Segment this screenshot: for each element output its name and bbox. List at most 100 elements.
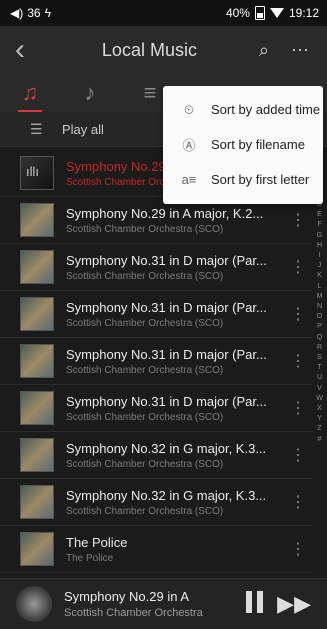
now-playing-artist: Scottish Chamber Orchestra	[64, 607, 203, 619]
now-playing-title: Symphony No.29 in A	[64, 589, 190, 604]
search-icon[interactable]: ⌕	[259, 40, 269, 61]
song-title: Symphony No.31 in D major (Par...	[66, 346, 267, 362]
index-letter[interactable]: S	[317, 353, 322, 363]
album-cover	[20, 156, 54, 190]
chevron-left-icon[interactable]: ‹	[0, 26, 40, 74]
song-artist: Scottish Chamber Orchestra (SCO)	[66, 505, 224, 517]
index-letter[interactable]: L	[318, 282, 322, 292]
album-cover	[20, 250, 54, 284]
album-cover	[20, 532, 54, 566]
letter-sort-icon: a≡	[181, 172, 197, 187]
tab-songs[interactable]: ♫	[0, 74, 60, 112]
sort-label: Sort by added time	[211, 102, 321, 117]
index-letter[interactable]: I	[319, 251, 321, 261]
app-header: ‹ Local Music ⌕ ⋯	[0, 26, 327, 74]
song-title: Symphony No.32 in G major, K.3...	[66, 487, 267, 503]
list-item[interactable]: Symphony No.31 in D major (Par... Scotti…	[0, 244, 312, 291]
more-icon[interactable]: ⋯	[291, 40, 309, 61]
song-list: Symphony No.29 in A major, K.201 Scottis…	[0, 150, 312, 573]
clock: 19:12	[288, 6, 319, 20]
song-artist: Scottish Chamber Orchestra (SCO)	[66, 223, 224, 235]
song-artist: Scottish Chamber Orchestra (SCO)	[66, 411, 224, 423]
index-letter[interactable]: O	[317, 312, 322, 322]
list-item[interactable]: Symphony No.32 in G major, K.3... Scotti…	[0, 479, 312, 526]
more-vertical-icon[interactable]: ⋮	[284, 539, 312, 559]
album-cover	[20, 485, 54, 519]
now-playing-bar[interactable]: Symphony No.29 in A Scottish Chamber Orc…	[0, 578, 327, 629]
flash-icon: ϟ	[44, 6, 51, 20]
more-vertical-icon[interactable]: ⋮	[284, 210, 312, 230]
page-title: Local Music	[101, 39, 197, 60]
list-item[interactable]: Symphony No.29 in A major, K.2... Scotti…	[0, 197, 312, 244]
album-cover	[20, 391, 54, 425]
alphabet-index[interactable]: D E F G H I J K L M N O P Q R S T U V W …	[312, 200, 327, 445]
index-letter[interactable]: V	[317, 384, 322, 394]
index-letter[interactable]: W	[316, 394, 323, 404]
index-letter[interactable]: J	[318, 261, 322, 271]
song-artist: Scottish Chamber Orchestra (SCO)	[66, 317, 224, 329]
speaker-icon: ◀︎)	[10, 6, 24, 20]
battery-percent: 40%	[225, 6, 250, 20]
index-letter[interactable]: Z	[317, 424, 321, 434]
song-artist: Scottish Chamber Orchestra (SCO)	[66, 270, 224, 282]
wifi-icon	[269, 8, 284, 18]
index-letter[interactable]: K	[317, 271, 322, 281]
index-letter[interactable]: H	[317, 241, 322, 251]
more-vertical-icon[interactable]: ⋮	[284, 304, 312, 324]
song-artist: Scottish Chamber Orchestra (SCO)	[66, 364, 224, 376]
list-item[interactable]: Symphony No.31 in D major (Par... Scotti…	[0, 385, 312, 432]
song-title: Symphony No.31 in D major (Par...	[66, 252, 267, 268]
more-vertical-icon[interactable]: ⋮	[284, 351, 312, 371]
index-letter[interactable]: R	[317, 343, 322, 353]
index-letter[interactable]: T	[317, 363, 321, 373]
sort-by-added-time[interactable]: ⏲ Sort by added time	[163, 92, 323, 127]
list-item[interactable]: Symphony No.31 in D major (Par... Scotti…	[0, 338, 312, 385]
index-letter[interactable]: F	[317, 220, 321, 230]
pause-icon[interactable]	[246, 591, 264, 617]
list-item[interactable]: Symphony No.32 in G major, K.3... Scotti…	[0, 432, 312, 479]
sort-label: Sort by first letter	[211, 172, 310, 187]
album-cover	[20, 344, 54, 378]
sort-by-filename[interactable]: Ⓐ Sort by filename	[163, 127, 323, 162]
album-cover	[20, 297, 54, 331]
file-icon: Ⓐ	[182, 138, 196, 153]
signal-value: 36	[27, 6, 41, 20]
album-cover	[20, 438, 54, 472]
more-vertical-icon[interactable]: ⋮	[284, 257, 312, 277]
more-vertical-icon[interactable]: ⋮	[284, 492, 312, 512]
music-note-icon: ♫	[21, 80, 39, 105]
song-artist: The Police	[66, 552, 114, 564]
song-title: Symphony No.31 in D major (Par...	[66, 299, 267, 315]
tab-artists[interactable]: ♪	[60, 74, 120, 112]
more-vertical-icon[interactable]: ⋮	[284, 398, 312, 418]
index-letter[interactable]: X	[317, 404, 322, 414]
list-item[interactable]: The Police The Police ⋮	[0, 526, 312, 573]
index-letter[interactable]: G	[317, 231, 322, 241]
index-letter[interactable]: M	[317, 292, 323, 302]
song-artist: Scottish Chamber Orchestra (SCO)	[66, 458, 224, 470]
sort-by-first-letter[interactable]: a≡ Sort by first letter	[163, 162, 323, 197]
index-letter[interactable]: P	[317, 322, 322, 332]
album-cover	[20, 203, 54, 237]
index-letter[interactable]: #	[318, 435, 322, 445]
sort-menu: ⏲ Sort by added time Ⓐ Sort by filename …	[163, 86, 323, 204]
index-letter[interactable]: E	[317, 210, 322, 220]
more-vertical-icon[interactable]: ⋮	[284, 445, 312, 465]
index-letter[interactable]: U	[317, 373, 322, 383]
index-letter[interactable]: N	[317, 302, 322, 312]
now-playing-cover	[16, 586, 52, 622]
song-title: Symphony No.29 in A major, K.2...	[66, 205, 264, 221]
clock-icon: ⏲	[183, 101, 195, 117]
index-letter[interactable]: Y	[317, 414, 322, 424]
song-title: The Police	[66, 534, 128, 550]
list-item[interactable]: Symphony No.31 in D major (Par... Scotti…	[0, 291, 312, 338]
song-title: Symphony No.31 in D major (Par...	[66, 393, 267, 409]
index-letter[interactable]: Q	[317, 333, 322, 343]
next-icon[interactable]: ▶▶	[277, 591, 311, 617]
album-icon: ≡	[143, 80, 157, 105]
song-title: Symphony No.32 in G major, K.3...	[66, 440, 267, 456]
artist-icon: ♪	[84, 80, 96, 105]
sort-label: Sort by filename	[211, 137, 305, 152]
play-all-icon: ☰	[30, 120, 43, 137]
play-all-label: Play all	[62, 121, 104, 137]
